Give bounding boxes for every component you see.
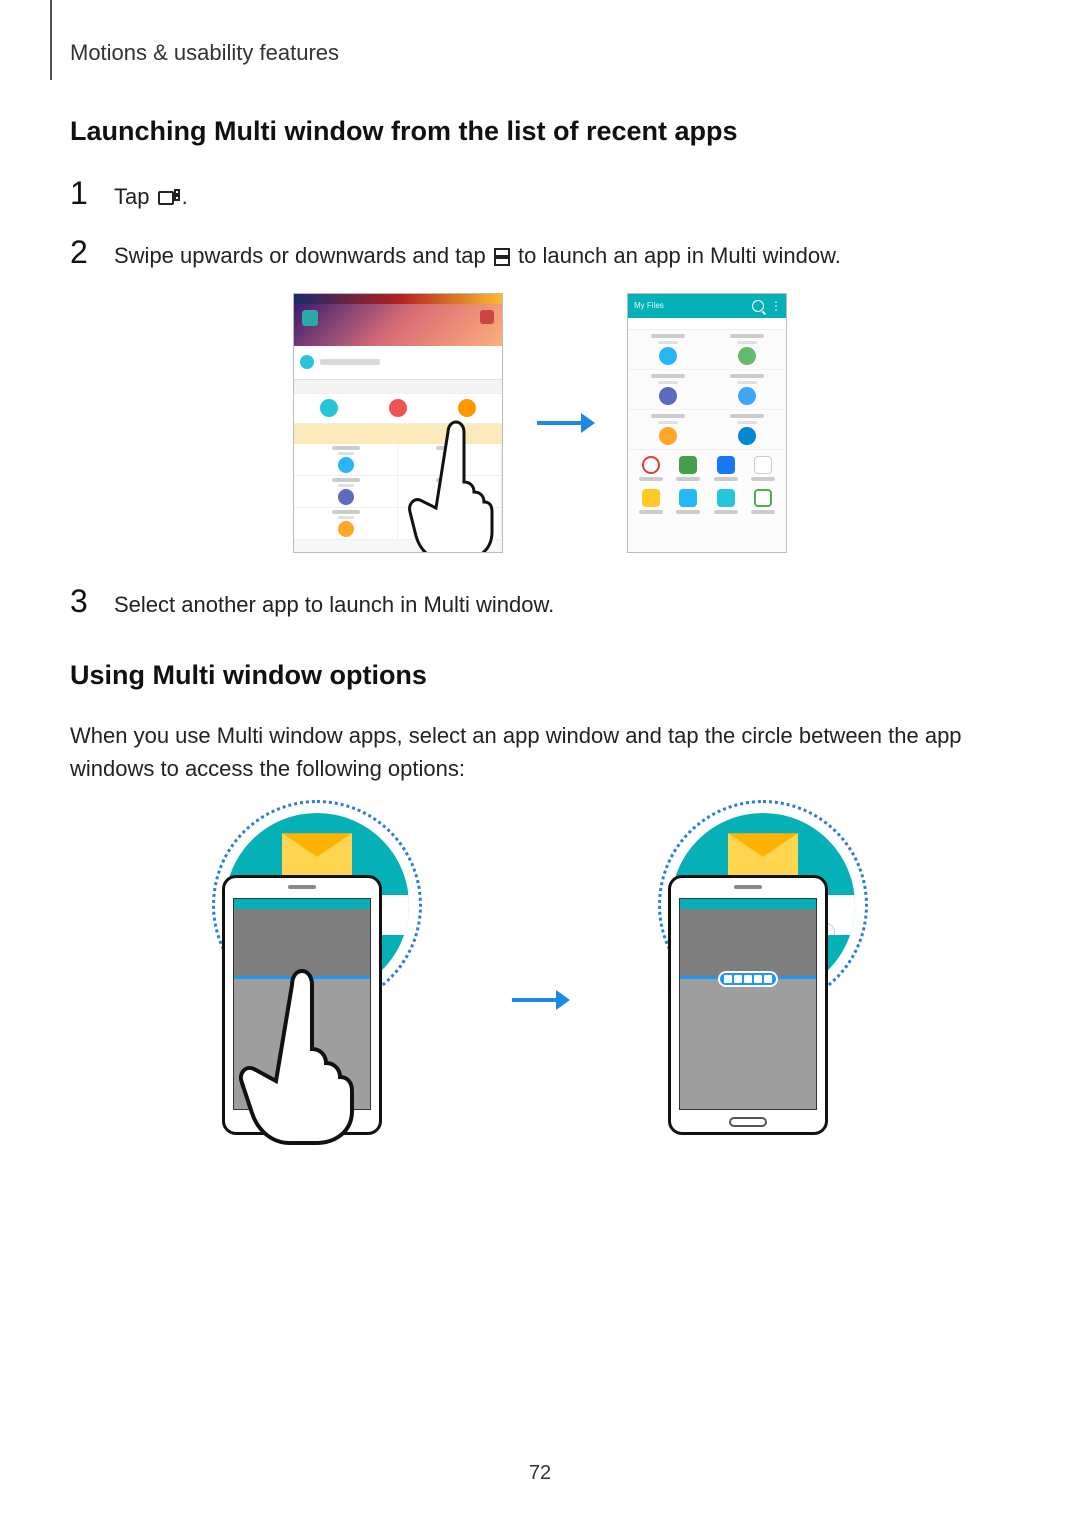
step-3-number: 3 xyxy=(70,583,96,620)
email-icon xyxy=(282,833,352,879)
step-1-pre: Tap xyxy=(114,184,149,209)
heading-launching: Launching Multi window from the list of … xyxy=(70,116,1010,147)
screenshot-recent-apps xyxy=(293,293,503,553)
email-icon xyxy=(728,833,798,879)
figure-multiwindow-options: ↺ ⇅ ▢ ▣ ✕ xyxy=(70,805,1010,1145)
step-3: 3 Select another app to launch in Multi … xyxy=(70,583,1010,621)
step-1: 1 Tap . xyxy=(70,175,1010,216)
page-number: 72 xyxy=(0,1462,1080,1485)
step-2-text: Swipe upwards or downwards and tap to la… xyxy=(114,241,1010,275)
search-icon xyxy=(752,300,764,312)
illustration-options-bar: ↺ ⇅ ▢ ▣ ✕ xyxy=(618,805,908,1145)
margin-rule xyxy=(50,0,52,80)
multiwindow-split-icon xyxy=(494,244,510,275)
heading-using-options: Using Multi window options xyxy=(70,660,1010,691)
para-options: When you use Multi window apps, select a… xyxy=(70,719,1010,785)
step-3-text: Select another app to launch in Multi wi… xyxy=(114,590,1010,621)
home-button-icon xyxy=(283,1117,321,1127)
phone-outline xyxy=(668,875,828,1135)
recent-apps-icon xyxy=(158,185,180,216)
step-1-number: 1 xyxy=(70,175,96,212)
step-2-number: 2 xyxy=(70,234,96,271)
illustration-tap-handle xyxy=(172,805,462,1145)
step-1-post: . xyxy=(182,184,188,209)
multiwindow-options-handle-icon xyxy=(718,971,778,987)
step-2-post: to launch an app in Multi window. xyxy=(512,243,841,268)
home-button-icon xyxy=(729,1117,767,1127)
step-2: 2 Swipe upwards or downwards and tap to … xyxy=(70,234,1010,275)
more-icon: ⋮ xyxy=(770,300,782,312)
arrow-right-icon xyxy=(508,985,572,1015)
phone-outline xyxy=(222,875,382,1135)
step-2-pre: Swipe upwards or downwards and tap xyxy=(114,243,486,268)
arrow-right-icon xyxy=(533,408,597,438)
multiwindow-handle-icon xyxy=(296,973,308,985)
figure-launch-multiwindow: My Files⋮ xyxy=(70,293,1010,553)
screenshot-app-picker: My Files⋮ xyxy=(627,293,787,553)
section-header: Motions & usability features xyxy=(70,40,1010,66)
step-1-text: Tap . xyxy=(114,182,1010,216)
